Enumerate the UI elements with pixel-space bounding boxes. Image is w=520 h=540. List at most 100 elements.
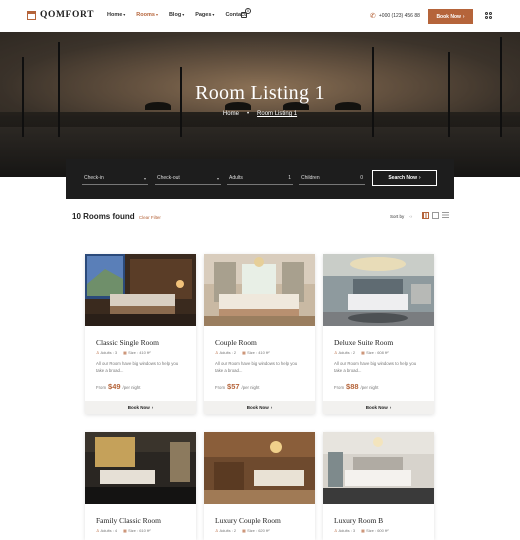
chevron-down-icon: ▾ [212,12,215,17]
room-name[interactable]: Luxury Couple Room [215,516,281,525]
room-name[interactable]: Couple Room [215,338,257,347]
room-description: All our Room have big windows to help yo… [96,361,179,373]
breadcrumb: Home • Room Listing 1 [0,111,520,117]
room-image[interactable] [204,432,315,504]
children-label: Children [301,175,320,181]
book-now-label: Book Now [365,405,388,410]
sort-label: Sort by [390,214,405,219]
grid-3-view-icon[interactable] [422,212,429,219]
size-icon: ▦ [123,350,127,355]
book-now-label: Book Now [127,405,150,410]
chevron-down-icon: ▾ [155,12,158,17]
room-card: Deluxe Suite Room ♙ Adults : 2 ▦ Size : … [323,254,434,414]
room-adults: Adults : 3 [338,528,356,533]
room-adults: Adults : 3 [100,350,118,355]
room-meta: ♙ Adults : 2 ▦ Size : 608 ft² [334,350,389,355]
chevron-right-icon: › [418,175,421,181]
room-name[interactable]: Deluxe Suite Room [334,338,393,347]
room-image[interactable] [85,254,196,326]
room-card: Couple Room ♙ Adults : 2 ▦ Size : 410 ft… [204,254,315,414]
chevron-right-icon: › [151,405,154,410]
site-header: QOMFORT Home▾ Rooms▾ Blog▾ Pages▾ Contac… [0,0,520,32]
room-meta: ♙ Adults : 3 ▦ Size : 600 ft² [334,528,389,533]
checkin-field[interactable]: Check-in ▾ [82,172,148,185]
room-adults: Adults : 4 [100,528,118,533]
chevron-right-icon: › [389,405,392,410]
nav-home-label: Home [107,12,123,18]
adults-value: 1 [288,175,291,181]
phone-number: +000 (123) 456 88 [378,13,420,19]
book-now-button[interactable]: Book Now › [204,401,315,414]
room-image[interactable] [323,254,434,326]
room-price: From $49 /per night [96,382,140,391]
price-per-night: /per night [360,385,379,390]
room-size: Size : 608 ft² [366,350,389,355]
phone-contact[interactable]: ✆ +000 (123) 456 88 [370,12,420,20]
room-name[interactable]: Classic Single Room [96,338,159,347]
grid-2-view-icon[interactable] [432,212,439,219]
room-image[interactable] [85,432,196,504]
main-nav: Home▾ Rooms▾ Blog▾ Pages▾ Contact [107,12,246,18]
sort-arrows-icon: ‹› [409,214,413,219]
phone-icon: ✆ [370,13,376,20]
room-card: Luxury Couple Room ♙ Adults : 2 ▦ Size :… [204,432,315,540]
sort-control[interactable]: Sort by ‹› [390,214,412,219]
room-description: All our Room have big windows to help yo… [215,361,298,373]
checkout-field[interactable]: Check-out ▾ [155,172,221,185]
room-adults: Adults : 2 [219,528,237,533]
page-title: Room Listing 1 [195,82,325,104]
nav-rooms-label: Rooms [136,12,155,18]
room-size: Size : 620 ft² [247,528,270,533]
chevron-right-icon: › [462,13,465,20]
book-now-button[interactable]: Book Now › [85,401,196,414]
price-amount: $57 [227,382,240,391]
price-amount: $88 [346,382,359,391]
breadcrumb-current: Room Listing 1 [257,111,298,117]
logo-text: QOMFORT [40,10,95,20]
room-image[interactable] [323,432,434,504]
room-card: Luxury Room B ♙ Adults : 3 ▦ Size : 600 … [323,432,434,540]
room-description: All our Room have big windows to help yo… [334,361,417,373]
adults-field[interactable]: Adults 1 [227,172,293,185]
room-name[interactable]: Family Classic Room [96,516,161,525]
room-meta: ♙ Adults : 2 ▦ Size : 620 ft² [215,528,270,533]
nav-home[interactable]: Home▾ [107,12,125,18]
room-size: Size : 410 ft² [247,350,270,355]
site-logo[interactable]: QOMFORT [27,10,94,20]
book-now-button[interactable]: Book Now › [323,401,434,414]
list-view-icon[interactable] [442,212,449,219]
nav-rooms[interactable]: Rooms▾ [136,12,158,18]
clear-filter-link[interactable]: Clear Filter [139,215,161,220]
room-meta: ♙ Adults : 4 ▦ Size : 610 ft² [96,528,151,533]
checkin-label: Check-in [84,175,104,181]
availability-search-bar: Check-in ▾ Check-out ▾ Adults 1 Children… [66,159,454,199]
logo-icon [27,10,36,20]
room-adults: Adults : 2 [338,350,356,355]
room-adults: Adults : 2 [219,350,237,355]
nav-pages[interactable]: Pages▾ [195,12,214,18]
room-name[interactable]: Luxury Room B [334,516,383,525]
chevron-down-icon: ▾ [182,12,185,17]
price-from-label: From [334,385,345,390]
search-now-button[interactable]: Search Now › [372,170,437,186]
header-book-now-button[interactable]: Book Now › [428,9,473,24]
children-value: 0 [360,175,363,181]
children-field[interactable]: Children 0 [299,172,365,185]
results-summary: 10 Rooms found Clear Filter [72,212,161,221]
view-toggle [422,212,449,219]
room-image[interactable] [204,254,315,326]
nav-blog-label: Blog [168,12,182,18]
breadcrumb-home[interactable]: Home [223,111,239,117]
room-meta: ♙ Adults : 3 ▦ Size : 410 ft² [96,350,151,355]
search-now-label: Search Now [388,175,417,181]
size-icon: ▦ [123,528,127,533]
nav-blog[interactable]: Blog▾ [169,12,184,18]
room-price: From $88 /per night [334,382,378,391]
chevron-down-icon: ▾ [123,12,126,17]
room-size: Size : 410 ft² [128,350,151,355]
menu-grid-icon[interactable] [485,12,492,19]
header-book-now-label: Book Now [436,13,461,20]
book-now-label: Book Now [246,405,269,410]
chevron-right-icon: › [270,405,273,410]
cart-count-badge: 0 [245,8,251,14]
